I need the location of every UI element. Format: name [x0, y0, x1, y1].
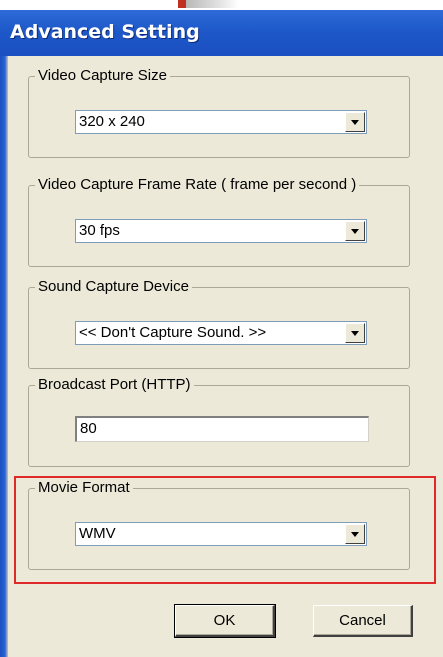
- ok-button[interactable]: OK: [174, 604, 276, 638]
- frame-rate-label: Video Capture Frame Rate ( frame per sec…: [35, 176, 360, 194]
- video-capture-size-select[interactable]: 320 x 240: [75, 110, 367, 134]
- broadcast-port-group: Broadcast Port (HTTP) 80: [28, 376, 410, 467]
- movie-format-label: Movie Format: [35, 479, 133, 497]
- frame-rate-group: Video Capture Frame Rate ( frame per sec…: [28, 176, 410, 267]
- movie-format-value: WMV: [79, 525, 116, 542]
- sound-capture-device-label: Sound Capture Device: [35, 278, 192, 296]
- advanced-setting-dialog: Advanced Setting Video Capture Size 320 …: [0, 10, 443, 657]
- sound-capture-device-value: << Don't Capture Sound. >>: [79, 324, 267, 341]
- cancel-button[interactable]: Cancel: [313, 605, 413, 637]
- window-title: Advanced Setting: [10, 21, 200, 43]
- movie-format-select[interactable]: WMV: [75, 522, 367, 546]
- video-capture-size-label: Video Capture Size: [35, 67, 170, 85]
- chevron-down-icon[interactable]: [345, 323, 365, 343]
- sound-capture-device-select[interactable]: << Don't Capture Sound. >>: [75, 321, 367, 345]
- frame-rate-select[interactable]: 30 fps: [75, 219, 367, 243]
- video-capture-size-group: Video Capture Size 320 x 240: [28, 67, 410, 158]
- broadcast-port-label: Broadcast Port (HTTP): [35, 376, 194, 394]
- chevron-down-icon[interactable]: [345, 221, 365, 241]
- frame-rate-value: 30 fps: [79, 222, 120, 239]
- video-capture-size-value: 320 x 240: [79, 113, 145, 130]
- chevron-down-icon[interactable]: [345, 112, 365, 132]
- chevron-down-icon[interactable]: [345, 524, 365, 544]
- background-window-fragment: [178, 0, 238, 8]
- background-strip: [0, 0, 443, 10]
- sound-capture-device-group: Sound Capture Device << Don't Capture So…: [28, 278, 410, 369]
- broadcast-port-value: 80: [80, 420, 97, 437]
- title-bar[interactable]: Advanced Setting: [0, 10, 443, 56]
- movie-format-group: Movie Format WMV: [28, 479, 410, 570]
- window-frame-left: [0, 56, 8, 657]
- broadcast-port-input[interactable]: 80: [75, 416, 369, 442]
